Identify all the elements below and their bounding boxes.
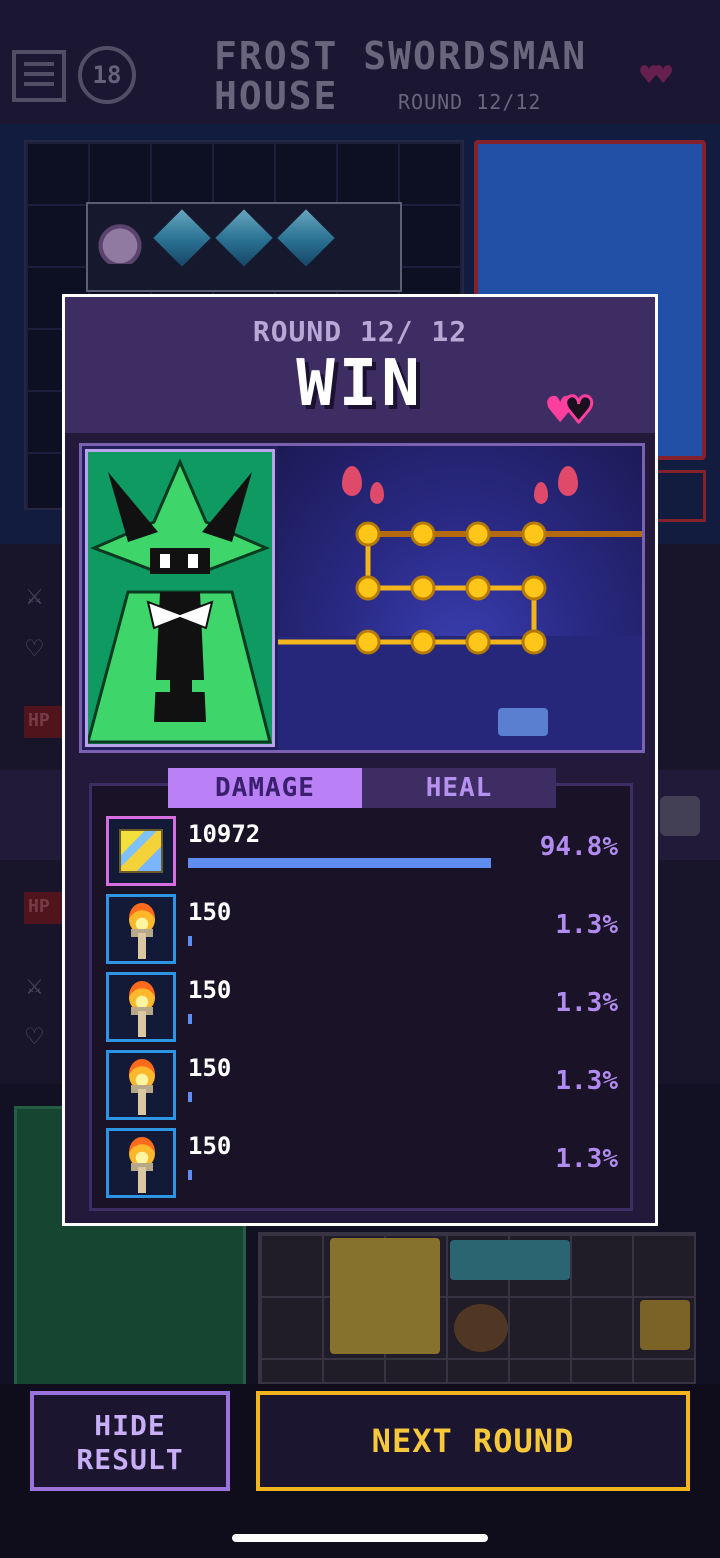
damage-value: 10972 <box>188 820 261 848</box>
heart-empty-icon: ♥ <box>564 385 593 436</box>
hide-result-line1: HIDE <box>94 1409 166 1442</box>
damage-stats-panel: DAMAGE HEAL 10972 94.8% 150 1.3% 150 1.3… <box>89 768 633 1211</box>
damage-percent: 1.3% <box>555 1144 618 1174</box>
damage-row: 150 1.3% <box>106 1050 618 1120</box>
tab-damage[interactable]: DAMAGE <box>168 768 362 808</box>
result-modal: ROUND 12/ 12 WIN ♥♥ DAMAGE HEAL 10972 94… <box>62 294 658 1226</box>
hero-portrait <box>85 449 275 747</box>
damage-percent: 1.3% <box>555 910 618 940</box>
jester-hero-icon <box>86 458 272 744</box>
damage-row: 150 1.3% <box>106 1128 618 1198</box>
damage-percent: 94.8% <box>539 832 618 862</box>
damage-value: 150 <box>188 898 232 926</box>
result-lives: ♥♥ <box>547 387 593 434</box>
arena-background <box>278 446 642 750</box>
stats-tabs: DAMAGE HEAL <box>168 768 556 808</box>
damage-value: 150 <box>188 1054 232 1082</box>
tab-heal[interactable]: HEAL <box>362 768 556 808</box>
torch-icon <box>106 972 176 1042</box>
lightning-spell-icon <box>106 816 176 886</box>
torch-icon <box>106 1050 176 1120</box>
damage-bar <box>188 1170 192 1180</box>
battle-scene <box>79 443 645 753</box>
result-round-label: ROUND 12/ 12 <box>252 315 468 348</box>
torch-icon <box>106 1128 176 1198</box>
damage-percent: 1.3% <box>555 988 618 1018</box>
damage-bar <box>188 1092 192 1102</box>
torch-icon <box>106 894 176 964</box>
next-round-button[interactable]: NEXT ROUND <box>256 1391 690 1491</box>
home-indicator[interactable] <box>232 1534 488 1542</box>
heart-full-icon: ♥ <box>547 385 573 436</box>
damage-row: 150 1.3% <box>106 972 618 1042</box>
damage-value: 150 <box>188 1132 232 1160</box>
result-header: ROUND 12/ 12 WIN ♥♥ <box>65 297 655 434</box>
path-map <box>278 521 642 655</box>
damage-bar <box>188 1014 192 1024</box>
damage-bar <box>188 936 192 946</box>
damage-percent: 1.3% <box>555 1066 618 1096</box>
rock-icon <box>498 708 548 736</box>
hide-result-button[interactable]: HIDE RESULT <box>30 1391 230 1491</box>
damage-bar <box>188 858 491 868</box>
hide-result-line2: RESULT <box>76 1443 184 1476</box>
damage-row: 10972 94.8% <box>106 816 618 886</box>
damage-value: 150 <box>188 976 232 1004</box>
damage-row: 150 1.3% <box>106 894 618 964</box>
